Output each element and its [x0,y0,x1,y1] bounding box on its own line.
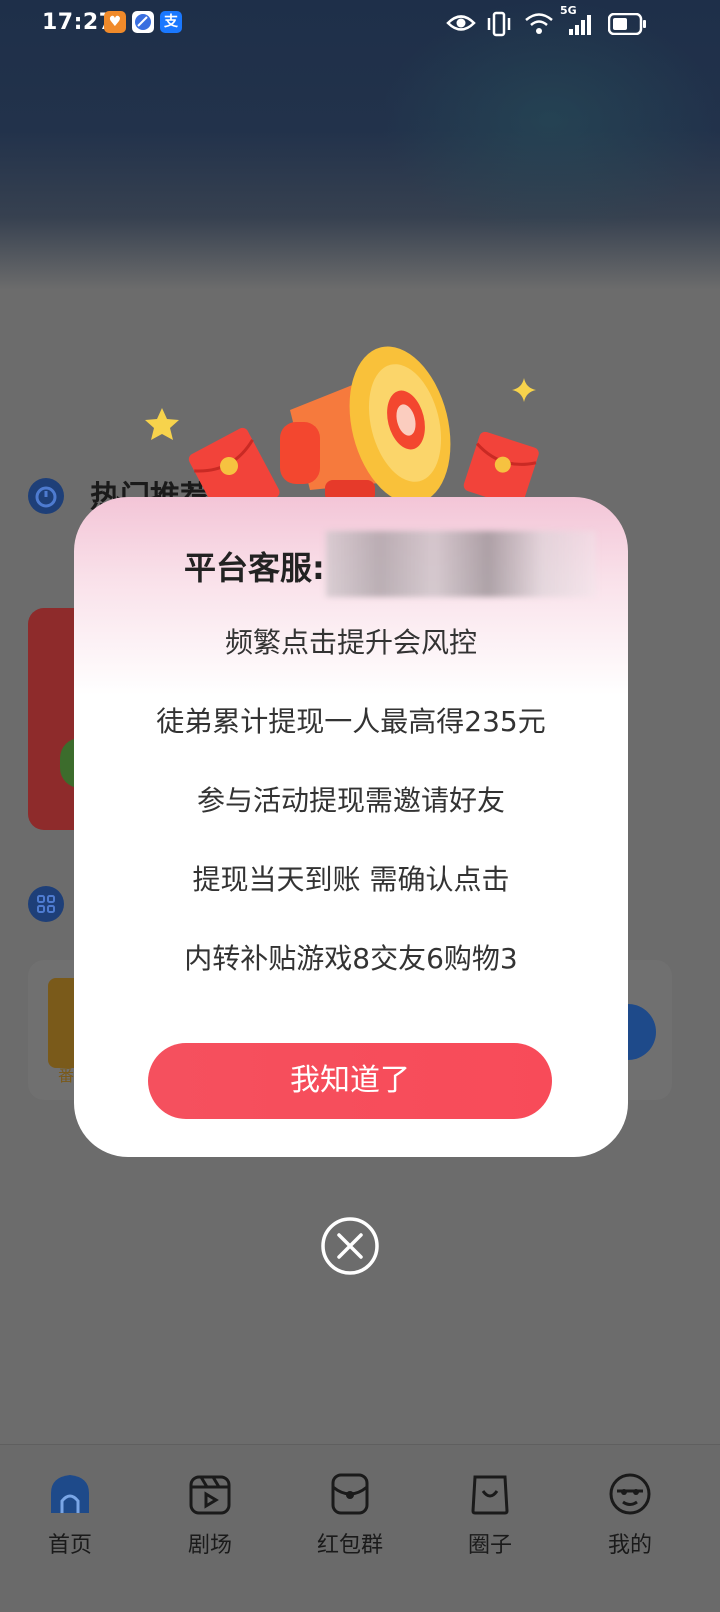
notice-line: 内转补贴游戏8交友6购物3 [184,942,518,975]
nav-label-circle: 圈子 [467,1533,512,1558]
nav-item-theater[interactable]: 剧场 [150,1471,270,1591]
wifi-icon [525,13,553,34]
notice-line: 参与活动提现需邀请好友 [196,784,505,817]
alipay-icon: 支 [160,11,182,33]
nav-label-home: 首页 [47,1533,92,1558]
battery-icon [608,13,646,35]
nav-label-profile: 我的 [607,1533,652,1558]
screen: 17:27 ♥ 支 5G 番 首页 剧场 红包群 圈子 我的 平台客服: 频繁点… [0,0,720,1612]
close-dialog-button[interactable] [320,1216,380,1276]
notice-line: 提现当天到账 需确认点击 [192,863,510,896]
status-right-icons: 5G [446,4,676,38]
status-bar: 17:27 ♥ 支 5G [0,0,720,48]
close-icon [321,1217,379,1275]
bottom-nav: 首页 剧场 红包群 圈子 我的 [0,1444,720,1612]
notice-line: 频繁点击提升会风控 [224,626,477,659]
notice-line: 徒弟累计提现一人最高得235元 [156,705,546,738]
nav-item-red-packet-group[interactable]: 红包群 [290,1471,410,1591]
profile-icon [609,1473,651,1515]
nav-item-profile[interactable]: 我的 [570,1471,690,1591]
confirm-button[interactable]: 我知道了 [148,1043,552,1119]
dialog-title: 平台客服: [184,549,325,587]
sparkle-icon [512,378,536,402]
app-thumbnail-label: 番 [58,1066,75,1085]
red-packet-group-icon [331,1473,369,1515]
vibrate-icon [487,11,511,37]
timer-icon [28,478,64,514]
nav-item-home[interactable]: 首页 [10,1471,130,1591]
nav-label-theater: 剧场 [187,1533,232,1558]
home-icon [51,1475,89,1513]
grid-icon [28,886,64,922]
browser-app-icon [132,11,154,33]
eye-icon [446,15,476,31]
megaphone-icon [280,346,451,504]
notice-dialog: 平台客服: 频繁点击提升会风控 徒弟累计提现一人最高得235元 参与活动提现需邀… [74,497,628,1157]
nav-item-circle[interactable]: 圈子 [430,1471,550,1591]
redacted-blur [326,531,596,597]
star-icon [145,408,179,440]
heart-app-icon: ♥ [104,11,126,33]
theater-icon [189,1475,231,1515]
circle-bag-icon [471,1475,509,1515]
nav-label-red-packet-group: 红包群 [316,1533,383,1558]
signal-icon [569,15,591,35]
